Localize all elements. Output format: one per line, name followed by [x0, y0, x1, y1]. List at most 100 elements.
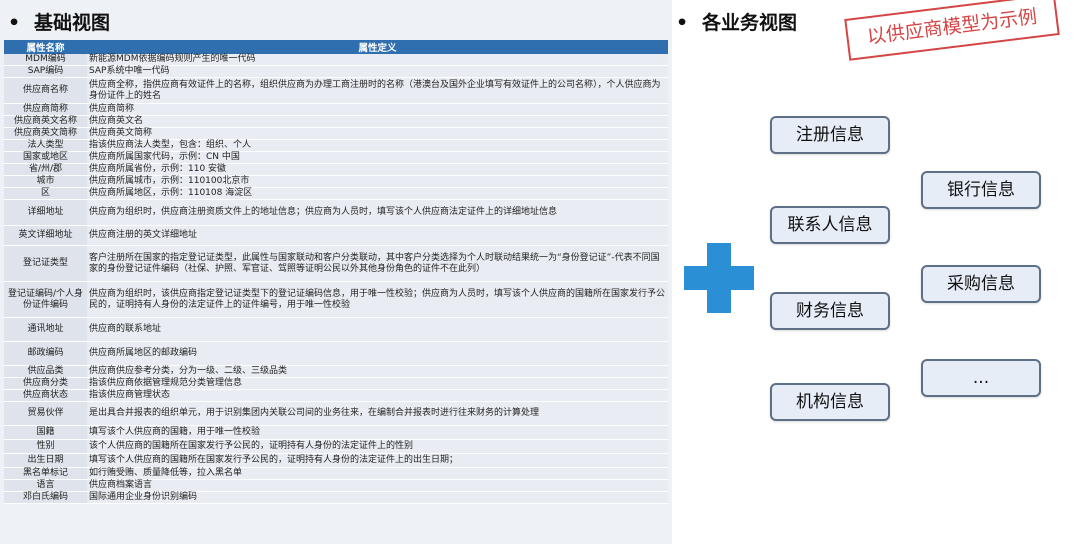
attribute-name: 供应商英文简称: [4, 127, 87, 140]
attribute-definition: 如行贿受贿、质量降低等，拉入黑名单: [87, 467, 668, 480]
table-header-row: 属性名称 属性定义: [4, 40, 668, 54]
attribute-name: 区: [4, 187, 87, 200]
attribute-definition: 供应商简称: [87, 103, 668, 116]
attribute-definition: 供应商供应参考分类，分为一级、二级、三级品类: [87, 365, 668, 378]
table-row: MDM编码 新能源MDM依据编码规则产生的唯一代码: [4, 54, 668, 66]
table-row: 黑名单标记 如行贿受贿、质量降低等，拉入黑名单: [4, 467, 668, 480]
attribute-name: 供应商分类: [4, 377, 87, 390]
table-row: 省/州/郡 供应商所属省份，示例：110 安徽: [4, 163, 668, 176]
attribute-name: 性别: [4, 439, 87, 454]
table-row: 国家或地区 供应商所属国家代码，示例：CN 中国: [4, 151, 668, 164]
attribute-name: 邮政编码: [4, 341, 87, 366]
business-view-title: 各业务视图: [702, 12, 798, 34]
box-contact-info: 联系人信息: [770, 206, 890, 244]
table-row: 贸易伙伴 是出具合并报表的组织单元，用于识别集团内关联公司间的业务往来，在编制合并…: [4, 401, 668, 426]
attribute-definition: 供应商英文名: [87, 115, 668, 128]
attribute-definition: 指该供应商依据管理规范分类管理信息: [87, 377, 668, 390]
table-row: 供应商简称 供应商简称: [4, 103, 668, 116]
table-row: 通讯地址 供应商的联系地址: [4, 317, 668, 342]
attribute-name: 贸易伙伴: [4, 401, 87, 426]
box-purchasing-info: 采购信息: [921, 265, 1041, 303]
attribute-definition: 新能源MDM依据编码规则产生的唯一代码: [87, 54, 668, 66]
attribute-name: 供应品类: [4, 365, 87, 378]
attribute-name: 邓白氏编码: [4, 491, 87, 504]
box-finance-info: 财务信息: [770, 292, 890, 330]
basic-view-title: 基础视图: [34, 12, 111, 34]
table-row: 供应商英文名称 供应商英文名: [4, 115, 668, 128]
attribute-name: 国籍: [4, 425, 87, 440]
table-row: 登记证类型 客户注册所在国家的指定登记证类型，此属性与国家联动和客户分类联动，其中…: [4, 245, 668, 282]
box-bank-info: 银行信息: [921, 171, 1041, 209]
table-row: 城市 供应商所属城市，示例：110100北京市: [4, 175, 668, 188]
attribute-name: MDM编码: [4, 54, 87, 66]
attribute-definition: 供应商英文简称: [87, 127, 668, 140]
attribute-name: 供应商英文名称: [4, 115, 87, 128]
attribute-name: 黑名单标记: [4, 467, 87, 480]
attribute-definition: 供应商为组织时，供应商注册资质文件上的地址信息；供应商为人员时，填写该个人供应商…: [87, 199, 668, 226]
table-row: 英文详细地址 供应商注册的英文详细地址: [4, 225, 668, 246]
attribute-table: 属性名称 属性定义 MDM编码 新能源MDM依据编码规则产生的唯一代码 SAP编码 S…: [4, 40, 668, 504]
attribute-definition: 供应商所属省份，示例：110 安徽: [87, 163, 668, 176]
attribute-name: 法人类型: [4, 139, 87, 152]
box-organization-info: 机构信息: [770, 383, 890, 421]
attribute-name: 供应商简称: [4, 103, 87, 116]
attribute-name: 英文详细地址: [4, 225, 87, 246]
table-row: 供应品类 供应商供应参考分类，分为一级、二级、三级品类: [4, 365, 668, 378]
attribute-name: 城市: [4, 175, 87, 188]
attribute-definition: 填写该个人供应商的国籍所在国家发行予公民的，证明持有人身份的法定证件上的出生日期…: [87, 453, 668, 468]
table-row: 法人类型 指该供应商法人类型，包含：组织、个人: [4, 139, 668, 152]
table-row: 国籍 填写该个人供应商的国籍，用于唯一性校验: [4, 425, 668, 440]
attribute-name: SAP编码: [4, 65, 87, 78]
table-row: 语言 供应商档案语言: [4, 479, 668, 492]
attribute-name: 登记证类型: [4, 245, 87, 282]
attribute-name: 登记证编码/个人身份证件编码: [4, 281, 87, 318]
table-row: 供应商状态 指该供应商管理状态: [4, 389, 668, 402]
attribute-definition: 供应商所属城市，示例：110100北京市: [87, 175, 668, 188]
attribute-definition: 供应商所属国家代码，示例：CN 中国: [87, 151, 668, 164]
attribute-definition: 供应商的联系地址: [87, 317, 668, 342]
attribute-definition: 指该供应商法人类型，包含：组织、个人: [87, 139, 668, 152]
attribute-name: 出生日期: [4, 453, 87, 468]
table-row: 详细地址 供应商为组织时，供应商注册资质文件上的地址信息；供应商为人员时，填写该个…: [4, 199, 668, 226]
attribute-definition: 供应商所属地区，示例：110108 海淀区: [87, 187, 668, 200]
attribute-definition: 填写该个人供应商的国籍，用于唯一性校验: [87, 425, 668, 440]
col-header-name: 属性名称: [4, 40, 87, 54]
attribute-name: 详细地址: [4, 199, 87, 226]
attribute-name: 省/州/郡: [4, 163, 87, 176]
col-header-definition: 属性定义: [87, 40, 668, 54]
table-row: 供应商名称 供应商全称，指供应商有效证件上的名称，组织供应商为办理工商注册时的名称…: [4, 77, 668, 104]
table-row: 邮政编码 供应商所属地区的邮政编码: [4, 341, 668, 366]
box-registration-info: 注册信息: [770, 116, 890, 154]
attribute-name: 语言: [4, 479, 87, 492]
attribute-definition: 该个人供应商的国籍所在国家发行予公民的，证明持有人身份的法定证件上的性别: [87, 439, 668, 454]
table-row: 性别 该个人供应商的国籍所在国家发行予公民的，证明持有人身份的法定证件上的性别: [4, 439, 668, 454]
attribute-definition: 供应商所属地区的邮政编码: [87, 341, 668, 366]
basic-view-heading: • 基础视图: [8, 8, 110, 35]
business-view-heading: • 各业务视图: [676, 8, 797, 35]
table-row: 供应商英文简称 供应商英文简称: [4, 127, 668, 140]
attribute-name: 供应商状态: [4, 389, 87, 402]
attribute-definition: 供应商档案语言: [87, 479, 668, 492]
table-row: 出生日期 填写该个人供应商的国籍所在国家发行予公民的，证明持有人身份的法定证件上的…: [4, 453, 668, 468]
attribute-definition: 供应商全称，指供应商有效证件上的名称，组织供应商为办理工商注册时的名称（港澳台及…: [87, 77, 668, 104]
attribute-definition: 供应商注册的英文详细地址: [87, 225, 668, 246]
attribute-definition: 指该供应商管理状态: [87, 389, 668, 402]
table-row: 登记证编码/个人身份证件编码 供应商为组织时，该供应商指定登记证类型下的登记证编码…: [4, 281, 668, 318]
attribute-definition: 客户注册所在国家的指定登记证类型，此属性与国家联动和客户分类联动，其中客户分类选…: [87, 245, 668, 282]
table-body: MDM编码 新能源MDM依据编码规则产生的唯一代码 SAP编码 SAP系统中唯一代码供…: [4, 54, 668, 504]
attribute-name: 供应商名称: [4, 77, 87, 104]
example-stamp: 以供应商模型为示例: [844, 0, 1060, 61]
attribute-name: 国家或地区: [4, 151, 87, 164]
attribute-definition: 是出具合并报表的组织单元，用于识别集团内关联公司间的业务往来，在编制合并报表时进…: [87, 401, 668, 426]
bullet-icon: •: [8, 12, 21, 34]
attribute-definition: SAP系统中唯一代码: [87, 65, 668, 78]
attribute-definition: 供应商为组织时，该供应商指定登记证类型下的登记证编码信息，用于唯一性校验；供应商…: [87, 281, 668, 318]
table-row: 区供应商所属地区，示例：110108 海淀区: [4, 187, 668, 200]
table-row: 供应商分类 指该供应商依据管理规范分类管理信息: [4, 377, 668, 390]
table-row: 邓白氏编码 国际通用企业身份识别编码: [4, 491, 668, 504]
bullet-icon: •: [676, 12, 689, 34]
table-row: SAP编码 SAP系统中唯一代码: [4, 65, 668, 78]
attribute-definition: 国际通用企业身份识别编码: [87, 491, 668, 504]
attribute-name: 通讯地址: [4, 317, 87, 342]
box-more: ...: [921, 359, 1041, 397]
